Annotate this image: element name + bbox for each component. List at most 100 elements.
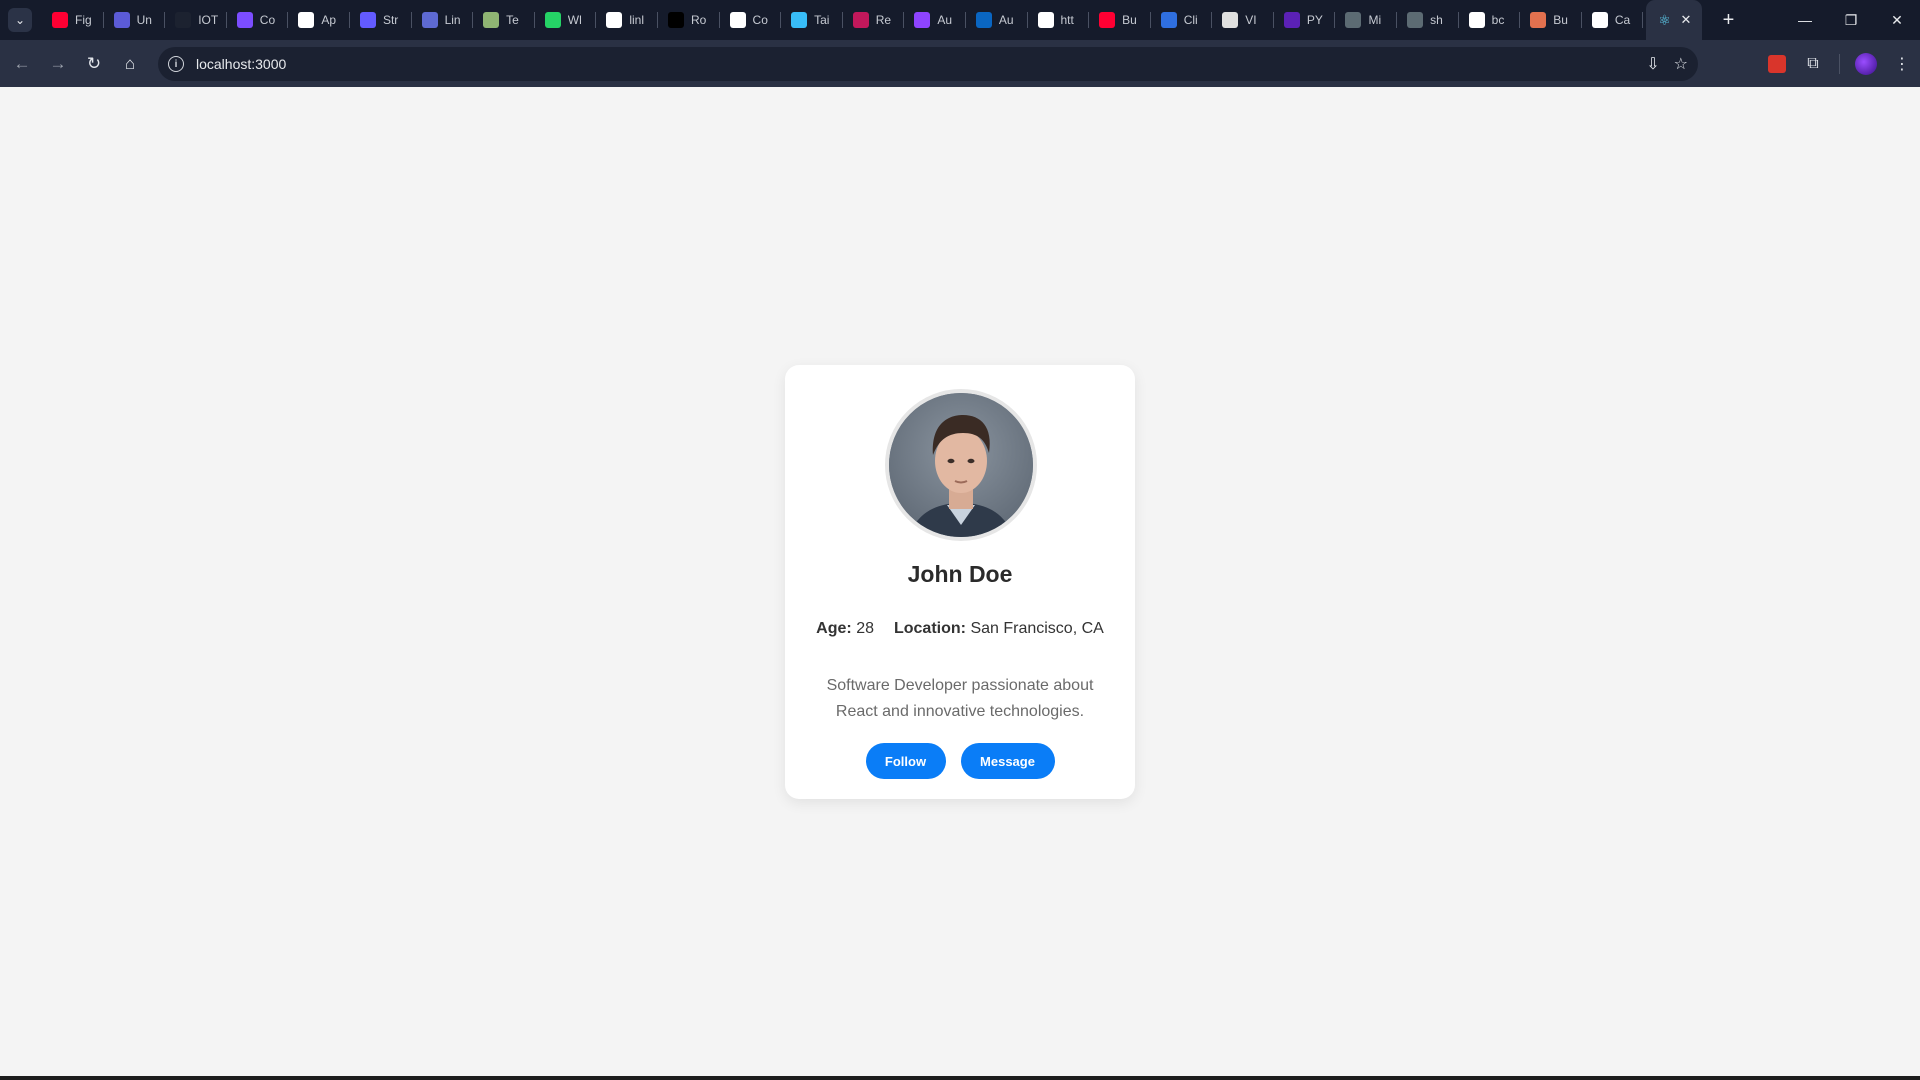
- redux-icon: [852, 12, 869, 28]
- restore-button[interactable]: ❐: [1828, 0, 1874, 40]
- minimize-button[interactable]: —: [1782, 0, 1828, 40]
- browser-tab[interactable]: Un: [104, 0, 166, 40]
- tab-title: Bu: [1553, 13, 1568, 27]
- browser-tab[interactable]: Ca: [1582, 0, 1644, 40]
- menu-button[interactable]: ⋮: [1884, 54, 1920, 74]
- browser-tab[interactable]: Ap: [288, 0, 350, 40]
- tab-title: Ro: [690, 13, 707, 27]
- browser-tab[interactable]: Te: [473, 0, 535, 40]
- tab-title: linl: [629, 13, 645, 27]
- bottom-border: [0, 1076, 1920, 1080]
- tab-title: PY: [1306, 13, 1323, 27]
- url-text[interactable]: localhost:3000: [196, 56, 286, 72]
- browser-tab[interactable]: Bu: [1089, 0, 1151, 40]
- linear-icon: [421, 12, 438, 28]
- arrow-left-icon: ←: [13, 53, 31, 73]
- chart-outline-icon: [1407, 12, 1424, 28]
- browser-tab[interactable]: Bu: [1520, 0, 1582, 40]
- window-controls: — ❐ ✕: [1782, 0, 1920, 40]
- browser-tab[interactable]: Ro: [658, 0, 720, 40]
- page-viewport: John Doe Age: 28 Location: San Francisco…: [0, 87, 1920, 1076]
- linkedin-icon: [975, 12, 992, 28]
- browser-tab[interactable]: linl: [596, 0, 658, 40]
- tab-title: htt: [1060, 13, 1074, 27]
- tab-title: IOT: [198, 13, 219, 27]
- github-icon: [606, 12, 623, 28]
- globe-icon: [483, 12, 500, 28]
- reload-button[interactable]: ↻: [80, 50, 108, 78]
- tab-title: Au: [937, 13, 952, 27]
- new-tab-button[interactable]: +: [1714, 9, 1742, 32]
- next-icon: [667, 12, 684, 28]
- browser-tab[interactable]: Re: [843, 0, 905, 40]
- forward-button[interactable]: →: [44, 50, 72, 78]
- browser-tab[interactable]: Au: [966, 0, 1028, 40]
- tab-list: Fig Un IOT Co Ap Str Lin Te Wl linl Ro Co Tai Re Au Au h…: [42, 0, 1703, 40]
- browser-tab[interactable]: Cli: [1151, 0, 1213, 40]
- youtube-icon: [1099, 12, 1116, 28]
- avatar: [1855, 52, 1877, 75]
- back-button[interactable]: ←: [8, 50, 36, 78]
- google-icon: [1037, 12, 1054, 28]
- tab-title: Co: [259, 13, 276, 27]
- browser-tab[interactable]: sh: [1397, 0, 1459, 40]
- avatar: [885, 389, 1037, 541]
- tab-title: Cli: [1183, 13, 1198, 27]
- browser-tab[interactable]: PY: [1274, 0, 1336, 40]
- github-icon: [1468, 12, 1485, 28]
- browser-toolbar: ← → ↻ ⌂ i localhost:3000 ⇩ ☆ ⧉ ⋮: [0, 40, 1920, 87]
- chart-icon: [113, 12, 130, 28]
- tailwind-icon: [791, 12, 808, 28]
- tab-title: Co: [752, 13, 768, 27]
- profile-bio: Software Developer passionate about Reac…: [826, 677, 1094, 720]
- close-tab-icon[interactable]: ✕: [1680, 12, 1691, 28]
- browser-tab-active[interactable]: ⚛ ✕: [1646, 0, 1703, 40]
- browser-tab[interactable]: Fig: [42, 0, 104, 40]
- message-button[interactable]: Message: [960, 743, 1055, 779]
- tab-title: Lin: [444, 13, 461, 27]
- extension-icon: [1768, 54, 1786, 73]
- profile-card: John Doe Age: 28 Location: San Francisco…: [785, 365, 1135, 799]
- browser-tab[interactable]: VI: [1212, 0, 1274, 40]
- browser-tab[interactable]: htt: [1028, 0, 1090, 40]
- tab-title: Te: [506, 13, 519, 27]
- react-icon: ⚛: [1658, 11, 1671, 28]
- tab-search-button[interactable]: ⌄: [8, 8, 32, 32]
- browser-tab[interactable]: Co: [227, 0, 289, 40]
- browser-tab[interactable]: Str: [350, 0, 412, 40]
- install-app-icon[interactable]: ⇩: [1646, 54, 1659, 74]
- browser-tab[interactable]: Au: [904, 0, 966, 40]
- address-bar[interactable]: i localhost:3000 ⇩ ☆: [158, 47, 1698, 81]
- extension-button[interactable]: [1759, 54, 1795, 73]
- browser-tab[interactable]: Lin: [412, 0, 474, 40]
- shield-icon: [1160, 12, 1177, 28]
- browser-tab[interactable]: Co: [720, 0, 782, 40]
- chevron-down-icon: ⌄: [14, 13, 26, 27]
- browser-tab[interactable]: IOT: [165, 0, 227, 40]
- close-window-button[interactable]: ✕: [1874, 0, 1920, 40]
- toolbar-divider: [1839, 53, 1840, 74]
- tab-title: Au: [998, 13, 1014, 27]
- w-icon: [236, 12, 253, 28]
- tab-title: Bu: [1122, 13, 1137, 27]
- bookmark-star-icon[interactable]: ☆: [1674, 54, 1688, 74]
- tab-title: bc: [1491, 13, 1505, 27]
- profile-button[interactable]: [1848, 52, 1884, 75]
- extensions-menu-button[interactable]: ⧉: [1795, 55, 1831, 73]
- location-value: San Francisco, CA: [970, 620, 1104, 637]
- s-icon: [359, 12, 376, 28]
- profile-details: Age: 28 Location: San Francisco, CA: [785, 620, 1135, 638]
- tab-title: Ca: [1614, 13, 1631, 27]
- browser-tab[interactable]: Wl: [535, 0, 597, 40]
- reload-icon: ↻: [86, 53, 102, 73]
- tab-title: sh: [1430, 13, 1443, 27]
- browser-tab[interactable]: bc: [1459, 0, 1521, 40]
- follow-button[interactable]: Follow: [865, 743, 946, 779]
- iot-icon: [175, 12, 192, 28]
- tab-title: Fig: [75, 13, 92, 27]
- browser-tab[interactable]: Tai: [781, 0, 843, 40]
- home-button[interactable]: ⌂: [116, 50, 144, 78]
- site-info-icon[interactable]: i: [168, 56, 184, 72]
- tab-strip: ⌄ Fig Un IOT Co Ap Str Lin Te Wl linl Ro Co Tai Re Au A…: [0, 0, 1920, 40]
- browser-tab[interactable]: Mi: [1335, 0, 1397, 40]
